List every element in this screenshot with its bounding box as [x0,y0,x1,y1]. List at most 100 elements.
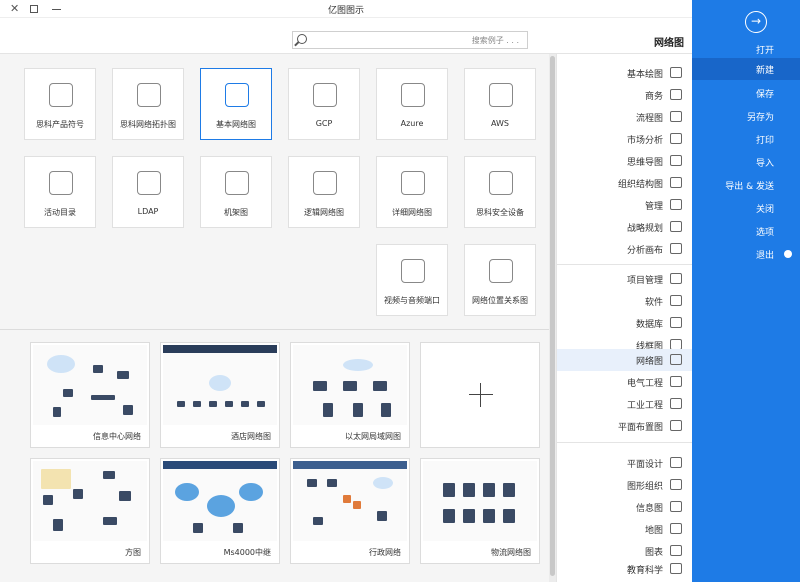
cisco-topology-icon [137,83,161,107]
infographic-icon [670,501,682,512]
strategy-icon [670,221,682,232]
example-card-admin-network[interactable]: 行政网络 [290,458,410,564]
active-directory-icon [49,171,73,195]
org-icon [670,177,682,188]
example-preview [33,461,147,541]
electric-icon [670,376,682,387]
category-item-manage[interactable]: 管理 [557,194,693,216]
category-item-graphic[interactable]: 图形组织 [557,474,693,496]
example-card-ms4000[interactable]: Ms4000中继 [160,458,280,564]
template-tile-cisco-product[interactable]: 思科产品符号 [24,68,96,140]
category-item-software[interactable]: 软件 [557,290,693,312]
template-tile-logical-network[interactable]: 逻辑网络图 [288,156,360,228]
template-tile-cisco-security[interactable]: 思科安全设备 [464,156,536,228]
example-card-info-center[interactable]: 信息中心网络 [30,342,150,448]
example-card-hotel-network[interactable]: 酒店网络图 [160,342,280,448]
design-icon [670,457,682,468]
template-tile-gcp[interactable]: GCP [288,68,360,140]
example-preview [293,345,407,425]
category-item-business[interactable]: 商务 [557,84,693,106]
example-preview [293,461,407,541]
example-card-ethernet-lan[interactable]: 以太网局域网图 [290,342,410,448]
shape-icon [670,67,682,78]
plus-icon [469,394,493,395]
category-item-design[interactable]: 平面设计 [557,452,693,474]
sidebar-item-close[interactable]: 关闭 [692,197,800,219]
template-tile-av-port[interactable]: 视频与音频端口 [376,244,448,316]
search-box[interactable]: 搜索例子 . . . [292,31,528,49]
sidebar-item-exit[interactable]: 退出 [692,243,800,265]
chart-icon [670,545,682,556]
category-panel: 基本绘图 商务 流程图 市场分析 思维导图 组织结构图 管理 战略规划 分析画布… [556,54,693,582]
template-tile-aws[interactable]: AWS [464,68,536,140]
example-preview [423,461,537,541]
template-tile-rack[interactable]: 机架图 [200,156,272,228]
back-arrow-icon[interactable]: → [745,11,767,33]
sidebar-item-save-as[interactable]: 另存为 [692,105,800,127]
blank-template-card[interactable] [420,342,540,448]
basic-network-icon [225,83,249,107]
sidebar-item-save[interactable]: 保存 [692,82,800,104]
category-item-science[interactable]: 教育科学 [557,558,693,580]
template-tile-active-directory[interactable]: 活动目录 [24,156,96,228]
template-tile-network-location[interactable]: 网络位置关系图 [464,244,536,316]
ldap-icon [137,171,161,195]
search-input[interactable]: 搜索例子 . . . [472,35,519,46]
category-separator [557,264,693,265]
category-item-market[interactable]: 市场分析 [557,128,693,150]
template-tile-ldap[interactable]: LDAP [112,156,184,228]
aws-cloud-icon [489,83,513,107]
category-item-infographic[interactable]: 信息图 [557,496,693,518]
section-divider [0,329,549,330]
template-tile-detailed-network[interactable]: 详细网络图 [376,156,448,228]
category-item-electric[interactable]: 电气工程 [557,371,693,393]
search-icon[interactable] [297,34,307,44]
gcp-hexagon-icon [313,83,337,107]
graphic-icon [670,479,682,490]
template-tile-cisco-topology[interactable]: 思科网络拓扑图 [112,68,184,140]
category-item-strategy[interactable]: 战略规划 [557,216,693,238]
network-location-icon [489,259,513,283]
template-tile-basic-network[interactable]: 基本网络图 [200,68,272,140]
sidebar-item-import[interactable]: 导入 [692,151,800,173]
software-icon [670,295,682,306]
flowchart-icon [670,111,682,122]
template-area: AWS Azure GCP 基本网络图 思科网络拓扑图 思科产品符号 思科安全设… [0,54,556,582]
category-item-flowchart[interactable]: 流程图 [557,106,693,128]
header: 搜索例子 . . . 网络图 [0,18,692,54]
category-separator [557,442,693,443]
scrollbar-thumb[interactable] [550,56,555,576]
azure-cloud-icon [401,83,425,107]
example-preview [163,461,277,541]
example-card-logistics[interactable]: 物流网络图 [420,458,540,564]
logical-network-icon [313,171,337,195]
manage-icon [670,199,682,210]
category-item-mindmap[interactable]: 思维导图 [557,150,693,172]
sidebar-item-new[interactable]: 新建 [692,58,800,80]
sidebar-item-export-send[interactable]: 导出 & 发送 [692,174,800,196]
rack-icon [225,171,249,195]
category-item-canvas[interactable]: 分析画布 [557,238,693,260]
section-title: 网络图 [654,38,684,49]
example-card-block[interactable]: 方图 [30,458,150,564]
market-icon [670,133,682,144]
category-item-basic[interactable]: 基本绘图 [557,62,693,84]
category-item-org[interactable]: 组织结构图 [557,172,693,194]
main-sidebar: → 打开 新建 保存 另存为 打印 导入 导出 & 发送 关闭 选项 退出 [692,0,800,582]
category-item-floorplan[interactable]: 平面布置图 [557,415,693,437]
vertical-scrollbar[interactable] [549,54,556,582]
briefcase-icon [670,89,682,100]
sidebar-item-options[interactable]: 选项 [692,220,800,242]
industry-icon [670,398,682,409]
category-item-network[interactable]: 网络图 [557,349,693,371]
map-icon [670,523,682,534]
science-icon [670,563,682,574]
category-item-project[interactable]: 项目管理 [557,268,693,290]
title-bar: ✕ 亿图图示 [0,0,692,18]
category-item-map[interactable]: 地图 [557,518,693,540]
category-item-database[interactable]: 数据库 [557,312,693,334]
sidebar-item-open[interactable]: 打开 [692,38,800,60]
sidebar-item-print[interactable]: 打印 [692,128,800,150]
template-tile-azure[interactable]: Azure [376,68,448,140]
category-item-industry[interactable]: 工业工程 [557,393,693,415]
